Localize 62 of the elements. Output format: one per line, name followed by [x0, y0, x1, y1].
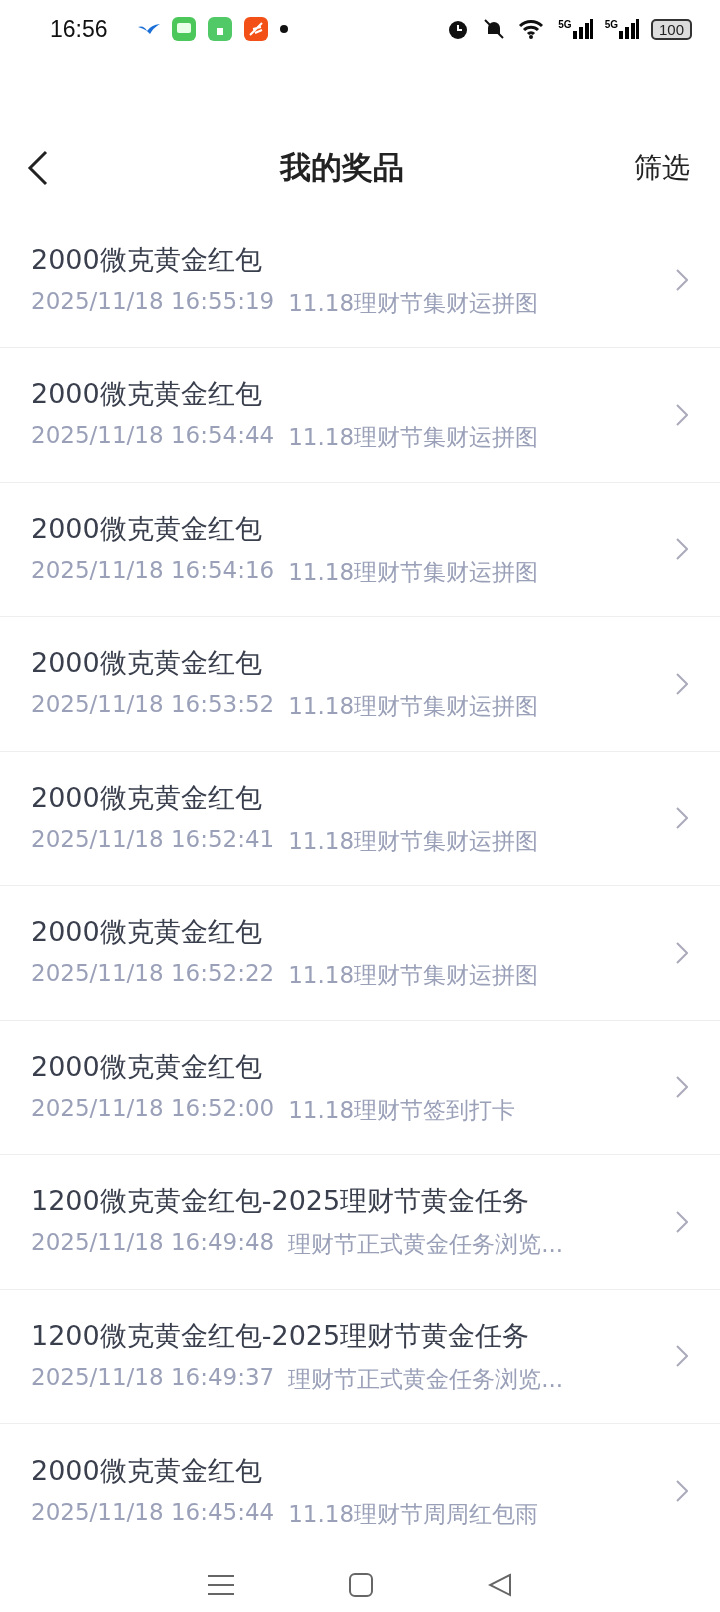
prize-title: 1200微克黄金红包-2025理财节黄金任务	[31, 1318, 531, 1353]
chevron-right-icon	[676, 403, 688, 426]
dot-icon	[279, 25, 288, 34]
prize-title: 2000微克黄金红包	[31, 915, 263, 950]
prize-source: 11.18理财节集财运拼图	[288, 961, 539, 991]
chat-app-icon	[171, 17, 196, 42]
store-app-icon	[207, 17, 232, 42]
chevron-right-icon	[676, 538, 688, 561]
prize-time: 2025/11/18 16:54:44	[31, 422, 275, 451]
prize-time: 2025/11/18 16:52:22	[31, 960, 275, 989]
prize-row[interactable]: 2000微克黄金红包 2025/11/18 16:52:22 11.18理财节集财运拼图	[0, 886, 720, 1021]
chevron-right-icon	[676, 1345, 688, 1368]
prize-time: 2025/11/18 16:52:00	[31, 1094, 275, 1123]
prize-source: 理财节正式黄金任务浏览...	[288, 1364, 564, 1394]
prize-title: 2000微克黄金红包	[31, 1049, 263, 1084]
prize-source: 11.18理财节集财运拼图	[288, 423, 539, 453]
prize-row[interactable]: 1200微克黄金红包-2025理财节黄金任务 2025/11/18 16:49:48 理财节正式黄金任务浏览...	[0, 1155, 720, 1290]
prize-time: 2025/11/18 16:52:41	[31, 825, 275, 854]
prize-source: 11.18理财节集财运拼图	[288, 692, 539, 722]
prize-title: 2000微克黄金红包	[31, 377, 263, 412]
prize-row[interactable]: 2000微克黄金红包 2025/11/18 16:55:19 11.18理财节集财运拼图	[0, 213, 720, 349]
prize-source: 11.18理财节集财运拼图	[288, 557, 539, 587]
prize-row[interactable]: 1200微克黄金红包-2025理财节黄金任务 2025/11/18 16:49:37 理财节正式黄金任务浏览...	[0, 1289, 720, 1425]
prize-time: 2025/11/18 16:45:44	[31, 1498, 275, 1527]
feather-app-icon	[243, 17, 268, 42]
chevron-right-icon	[676, 672, 688, 695]
back-icon[interactable]	[488, 1573, 513, 1598]
prize-source: 11.18理财节集财运拼图	[288, 288, 539, 318]
prize-row[interactable]: 2000微克黄金红包 2025/11/18 16:52:00 11.18理财节签到打卡	[0, 1020, 720, 1156]
page-title: 我的奖品	[278, 148, 405, 188]
menu-icon[interactable]	[207, 1574, 234, 1597]
chevron-right-icon	[676, 941, 688, 964]
prize-source: 11.18理财节集财运拼图	[288, 826, 539, 856]
prize-title: 2000微克黄金红包	[31, 646, 263, 681]
prize-time: 2025/11/18 16:54:16	[31, 556, 275, 585]
bird-icon	[137, 23, 160, 36]
prize-row[interactable]: 2000微克黄金红包 2025/11/18 16:45:44 11.18理财节周周红包雨	[0, 1424, 720, 1559]
chevron-right-icon	[676, 807, 688, 830]
prize-time: 2025/11/18 16:49:48	[31, 1229, 275, 1258]
filter-button[interactable]: 筛选	[634, 149, 690, 188]
prize-title: 1200微克黄金红包-2025理财节黄金任务	[31, 1184, 531, 1219]
prize-source: 理财节正式黄金任务浏览...	[288, 1230, 564, 1260]
home-icon[interactable]	[349, 1573, 373, 1598]
prize-source: 11.18理财节签到打卡	[288, 1095, 516, 1125]
chevron-right-icon	[676, 1480, 688, 1503]
chevron-right-icon	[676, 1210, 688, 1233]
prize-row[interactable]: 2000微克黄金红包 2025/11/18 16:54:44 11.18理财节集财运拼图	[0, 348, 720, 483]
prize-row[interactable]: 2000微克黄金红包 2025/11/18 16:52:41 11.18理财节集财运拼图	[0, 751, 720, 887]
prize-time: 2025/11/18 16:53:52	[31, 691, 275, 720]
prize-title: 2000微克黄金红包	[31, 1453, 263, 1488]
chevron-right-icon	[676, 1076, 688, 1099]
prize-title: 2000微克黄金红包	[31, 780, 263, 815]
chevron-right-icon	[676, 269, 688, 292]
prize-title: 2000微克黄金红包	[31, 511, 263, 546]
prize-time: 2025/11/18 16:55:19	[31, 287, 275, 316]
prize-time: 2025/11/18 16:49:37	[31, 1363, 275, 1392]
prize-title: 2000微克黄金红包	[31, 242, 263, 277]
prize-row[interactable]: 2000微克黄金红包 2025/11/18 16:53:52 11.18理财节集财运拼图	[0, 617, 720, 752]
clock: 16:56	[50, 15, 108, 43]
prize-source: 11.18理财节周周红包雨	[288, 1499, 539, 1529]
prize-row[interactable]: 2000微克黄金红包 2025/11/18 16:54:16 11.18理财节集财运拼图	[0, 482, 720, 618]
battery-icon: 100	[650, 18, 692, 40]
